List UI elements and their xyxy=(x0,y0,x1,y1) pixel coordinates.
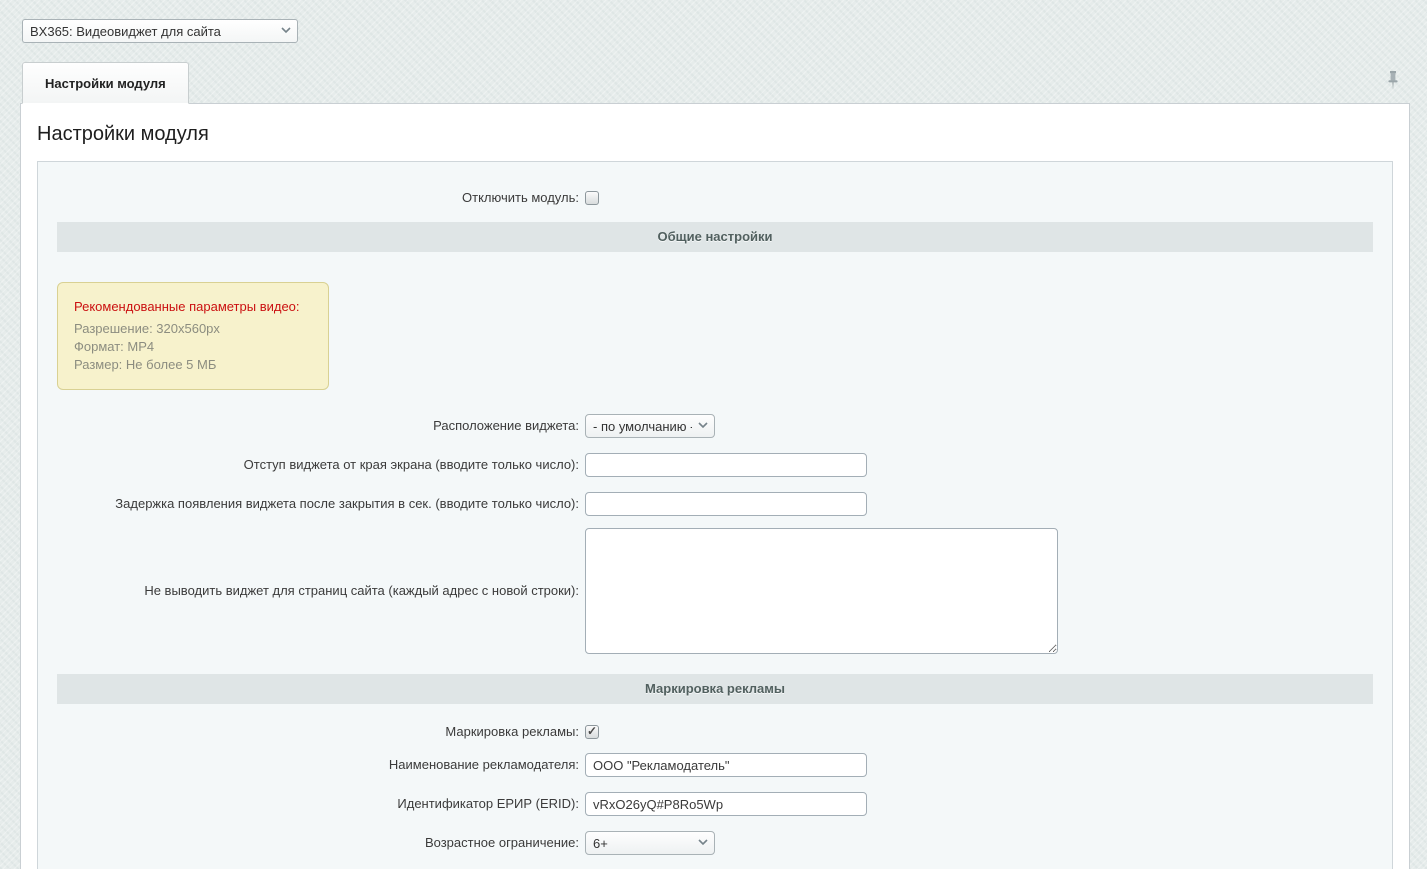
row-disable-module: Отключить модуль: xyxy=(38,186,1392,210)
note-line-size: Размер: Не более 5 МБ xyxy=(74,356,312,374)
widget-delay-label: Задержка появления виджета после закрыти… xyxy=(38,496,585,512)
widget-position-select-wrap: - по умолчанию - xyxy=(585,414,715,438)
widget-offset-input[interactable] xyxy=(585,453,867,477)
tab-module-settings[interactable]: Настройки модуля xyxy=(22,62,189,104)
row-erid: Идентификатор ЕРИР (ERID): xyxy=(38,791,1392,817)
note-line-resolution: Разрешение: 320x560px xyxy=(74,320,312,338)
row-widget-position: Расположение виджета: - по умолчанию - xyxy=(38,413,1392,439)
section-header-general: Общие настройки xyxy=(57,222,1373,252)
disable-module-checkbox[interactable] xyxy=(585,191,599,205)
video-recommendations-note: Рекомендованные параметры видео: Разреше… xyxy=(57,282,329,390)
widget-position-select[interactable]: - по умолчанию - xyxy=(585,414,715,438)
module-version-select-wrap: BX365: Видеовиджет для сайта xyxy=(22,19,298,43)
module-settings-form: Отключить модуль: Общие настройки Рекоме… xyxy=(37,161,1393,869)
page-title: Настройки модуля xyxy=(37,120,1409,148)
widget-delay-input[interactable] xyxy=(585,492,867,516)
row-advertiser-name: Наименование рекламодателя: xyxy=(38,752,1392,778)
row-widget-offset: Отступ виджета от края экрана (вводите т… xyxy=(38,452,1392,478)
row-exclude-pages: Не выводить виджет для страниц сайта (ка… xyxy=(38,528,1392,654)
exclude-pages-textarea[interactable] xyxy=(585,528,1058,654)
ads-marking-checkbox[interactable] xyxy=(585,725,599,739)
row-age-restriction: Возрастное ограничение: 6+ xyxy=(38,830,1392,856)
row-widget-delay: Задержка появления виджета после закрыти… xyxy=(38,491,1392,517)
row-ads-marking: Маркировка рекламы: xyxy=(38,720,1392,744)
module-version-select[interactable]: BX365: Видеовиджет для сайта xyxy=(22,19,298,43)
note-title: Рекомендованные параметры видео: xyxy=(74,298,312,316)
ads-marking-label: Маркировка рекламы: xyxy=(38,724,585,740)
advertiser-name-label: Наименование рекламодателя: xyxy=(38,757,585,773)
age-restriction-select[interactable]: 6+ xyxy=(585,831,715,855)
erid-label: Идентификатор ЕРИР (ERID): xyxy=(38,796,585,812)
widget-position-label: Расположение виджета: xyxy=(38,418,585,434)
note-line-format: Формат: MP4 xyxy=(74,338,312,356)
tab-label: Настройки модуля xyxy=(45,76,166,91)
erid-input[interactable] xyxy=(585,792,867,816)
widget-offset-label: Отступ виджета от края экрана (вводите т… xyxy=(38,457,585,473)
section-header-ads: Маркировка рекламы xyxy=(57,674,1373,704)
advertiser-name-input[interactable] xyxy=(585,753,867,777)
disable-module-label: Отключить модуль: xyxy=(38,190,585,206)
exclude-pages-label: Не выводить виджет для страниц сайта (ка… xyxy=(38,583,585,599)
age-restriction-select-wrap: 6+ xyxy=(585,831,715,855)
pin-icon[interactable] xyxy=(1386,70,1400,97)
age-restriction-label: Возрастное ограничение: xyxy=(38,835,585,851)
content-panel: Настройки модуля Отключить модуль: Общие… xyxy=(20,103,1410,869)
